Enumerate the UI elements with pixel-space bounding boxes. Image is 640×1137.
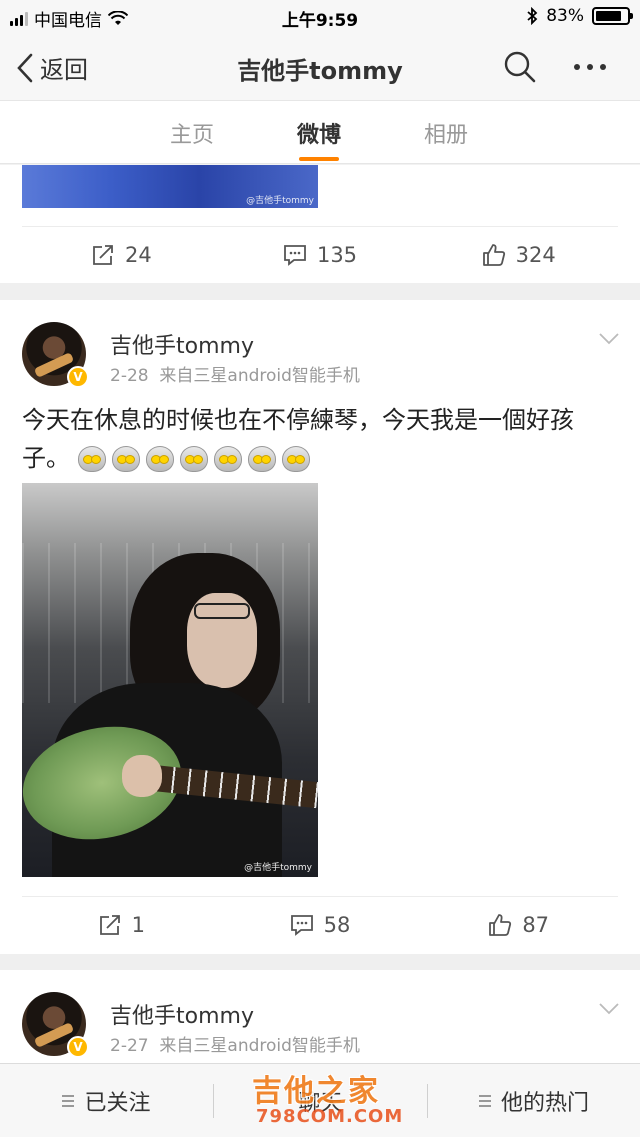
author-name[interactable]: 吉他手tommy (110, 328, 254, 360)
repost-count: 1 (131, 912, 146, 937)
post-meta: 2-28 来自三星android智能手机 (110, 361, 360, 386)
post-text: 今天在休息的时候也在不停練琴，今天我是一個好孩子。 (22, 401, 618, 477)
post-meta: 2-27 来自三星android智能手机 (110, 1031, 360, 1056)
post-actions: 1 58 87 (22, 896, 618, 952)
ultraman-emoji-icon (145, 446, 174, 472)
ultraman-emoji-icon (111, 446, 140, 472)
repost-icon (99, 914, 120, 935)
follow-button[interactable]: 已关注 (0, 1064, 213, 1137)
chevron-down-icon[interactable] (598, 332, 620, 346)
repost-button[interactable]: 1 (22, 897, 221, 952)
comment-icon (290, 914, 313, 936)
divider (0, 283, 640, 301)
bottom-action-bar: 已关注 聊天 他的热门 (0, 1063, 640, 1137)
like-button[interactable]: 87 (419, 897, 618, 952)
post-card: @吉他手tommy 24 135 324 (0, 165, 640, 283)
verified-badge-icon: V (67, 1036, 89, 1058)
thumbs-up-icon (489, 913, 512, 936)
chevron-down-icon[interactable] (598, 1002, 620, 1016)
tab-home[interactable]: 主页 (170, 117, 214, 149)
battery-icon (592, 7, 633, 25)
follow-label: 已关注 (84, 1091, 151, 1116)
repost-count: 24 (124, 242, 152, 267)
page-title: 吉他手tommy (237, 57, 403, 85)
like-button[interactable]: 324 (419, 227, 618, 282)
ultraman-emoji-icon (247, 446, 276, 472)
post-card: V 吉他手tommy 2-27 来自三星android智能手机 (0, 970, 640, 1063)
post-source: 来自三星android智能手机 (159, 366, 360, 386)
bluetooth-icon (527, 7, 538, 25)
hot-posts-button[interactable]: 他的热门 (428, 1064, 640, 1137)
more-options-icon[interactable] (574, 64, 606, 70)
profile-tabs: 主页 微博 相册 (0, 100, 640, 164)
chat-button[interactable]: 聊天 (214, 1064, 427, 1137)
author-name[interactable]: 吉他手tommy (110, 998, 254, 1030)
repost-icon (93, 244, 113, 265)
hot-label: 他的热门 (500, 1091, 589, 1116)
verified-badge-icon: V (67, 366, 89, 388)
ultraman-emoji-icon (281, 446, 310, 472)
thumbs-up-icon (482, 243, 505, 266)
post-date: 2-28 (110, 366, 149, 386)
chat-label: 聊天 (298, 1091, 343, 1116)
post-image[interactable]: @吉他手tommy (22, 483, 318, 877)
menu-lines-icon (62, 1095, 75, 1107)
comment-button[interactable]: 58 (221, 897, 420, 952)
post-card: V 吉他手tommy 2-28 来自三星android智能手机 今天在休息的时候… (0, 300, 640, 954)
image-watermark: @吉他手tommy (246, 196, 314, 206)
comment-icon (284, 244, 306, 266)
image-watermark: @吉他手tommy (244, 863, 312, 873)
ultraman-emoji-icon (213, 446, 242, 472)
like-count: 324 (515, 242, 556, 267)
repost-button[interactable]: 24 (22, 227, 221, 282)
like-count: 87 (522, 912, 550, 937)
comment-count: 135 (316, 242, 358, 267)
search-icon[interactable] (503, 50, 537, 84)
comment-count: 58 (323, 912, 351, 937)
navigation-bar: 返回 吉他手tommy (0, 34, 640, 100)
post-date: 2-27 (110, 1036, 149, 1056)
status-bar: 中国电信 上午9:59 83% (0, 0, 640, 34)
tab-album[interactable]: 相册 (424, 117, 468, 149)
post-source: 来自三星android智能手机 (159, 1036, 360, 1056)
emoji-row (77, 446, 310, 472)
ultraman-emoji-icon (77, 446, 106, 472)
post-image[interactable]: @吉他手tommy (22, 165, 318, 208)
menu-lines-icon (478, 1095, 491, 1107)
comment-button[interactable]: 135 (221, 227, 420, 282)
divider (0, 954, 640, 970)
tab-weibo[interactable]: 微博 (297, 117, 341, 161)
battery-percent: 83% (546, 6, 584, 26)
ultraman-emoji-icon (179, 446, 208, 472)
post-actions: 24 135 324 (22, 226, 618, 282)
